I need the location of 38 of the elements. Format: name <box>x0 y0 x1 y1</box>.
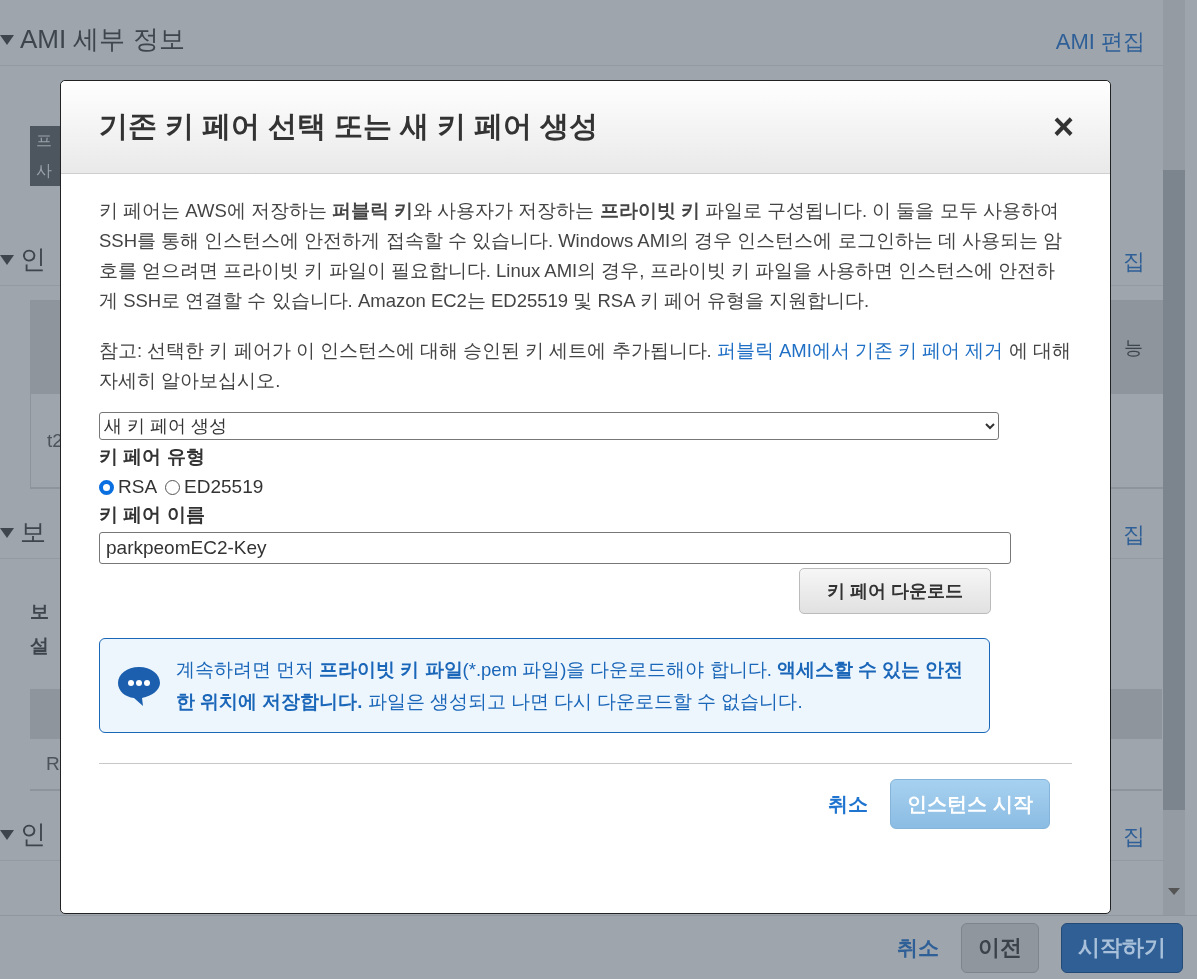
field-label: 설 <box>30 634 50 658</box>
section-title: 인 <box>20 243 46 276</box>
key-name-input[interactable]: parkpeomEC2-Key <box>99 532 1011 564</box>
edit-link[interactable]: 집 <box>1123 247 1145 277</box>
caret-icon[interactable] <box>0 829 14 840</box>
table-cell: R <box>46 753 60 775</box>
tag-text: 사 <box>36 160 53 181</box>
launch-button[interactable]: 시작하기 <box>1061 923 1183 973</box>
edit-link[interactable]: 집 <box>1123 822 1145 852</box>
radio-option[interactable]: RSA <box>99 476 158 498</box>
cancel-link[interactable]: 취소 <box>828 790 869 818</box>
learn-more-link[interactable]: 퍼블릭 AMI에서 기존 키 페어 제거 <box>716 340 1004 361</box>
section-title: 인 <box>20 818 46 851</box>
field-label: 보 <box>30 600 50 624</box>
edit-link[interactable]: AMI 편집 <box>1055 27 1145 57</box>
caret-icon[interactable] <box>0 527 14 538</box>
note-text: 참고: 선택한 키 페어가 이 인스턴스에 대해 승인된 키 세트에 추가됩니다. 퍼블릭 AMI에서 기존 키 페어 제거 에 대해 자세히 알아보십시오. <box>99 339 1072 393</box>
tag-text: 프 <box>36 130 53 151</box>
field-label: 키 페어 이름 <box>99 503 206 527</box>
cancel-link[interactable]: 취소 <box>897 934 939 962</box>
key-pair-select[interactable]: 새 키 페어 생성 <box>99 412 999 440</box>
field-label: 키 페어 유형 <box>99 445 206 469</box>
dialog-title: 기존 키 페어 선택 또는 새 키 페어 생성 <box>99 109 599 144</box>
caret-icon[interactable] <box>0 254 14 265</box>
close-button[interactable]: × <box>1052 109 1074 145</box>
info-text: 계속하려면 먼저 프라이빗 키 파일(*.pem 파일)을 다운로드해야 합니다. 액세스할 수 있는 안전한 위치에 저장합니다. 파일은 생성되고 나면 다시 다운로드할 수 없습니다. <box>176 657 965 714</box>
column-header: 능 <box>1124 335 1143 360</box>
previous-button[interactable]: 이전 <box>961 923 1039 973</box>
speech-bubble-icon <box>116 664 162 707</box>
radio-option[interactable]: ED25519 <box>165 476 264 498</box>
edit-link[interactable]: 집 <box>1123 520 1145 550</box>
download-button[interactable]: 키 페어 다운로드 <box>799 568 991 614</box>
scroll-down-icon[interactable] <box>1168 888 1180 895</box>
caret-icon[interactable] <box>0 34 14 45</box>
scrollbar[interactable] <box>1163 0 1185 915</box>
section-title: 보 <box>20 516 46 549</box>
description-text: 키 페어는 AWS에 저장하는 퍼블릭 키와 사용자가 저장하는 프라이빗 키 파일로 구성됩니다. 이 둘을 모두 사용하여 SSH를 통해 인스턴스에 안전하게 접속할 수 있습니다. Windows AMI의 경우 인스턴스에 로그인하는 데 사용되는 암호를 얻으려면 프라이빗 키 파일이 필요합니다. Linux AMI의 경우, 프라이빗 키 파일을 사용하면 인스턴스에 안전하게 SSH로 연결할 수 있습니다. Amazon EC2는 ED25519 및 RSA 키 페어 유형을 지원합니다. <box>99 199 1064 313</box>
section-title: AMI 세부 정보 <box>20 23 185 56</box>
